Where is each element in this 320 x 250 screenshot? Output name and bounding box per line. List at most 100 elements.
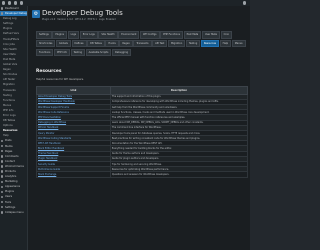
tab[interactable]: User Meta [201,31,221,39]
new-content-icon[interactable] [20,1,24,5]
sidebar-item-label: Shortcodes [3,73,18,77]
menu-icon [1,200,4,204]
menu-icon [1,150,4,153]
tab[interactable]: DB Tables [87,39,105,48]
sidebar-item-label: Settings [3,22,14,26]
sidebar-item-label: Defined Vars [3,32,19,36]
menu-icon [1,170,4,173]
tab[interactable]: WP Configs [140,31,160,39]
meta-item: PHP 8.1 [87,18,97,21]
sidebar-item-label: Developer Debug Tools [5,12,27,16]
tab[interactable]: Functions [36,48,54,57]
tab[interactable]: API Test [152,39,168,48]
meta-item: Version 1.4.2 [57,18,73,21]
sidebar-item-label: DB Tables [3,119,16,123]
tab[interactable]: Post Meta [183,31,202,39]
section-heading: Resources [36,69,62,74]
tab[interactable]: Environment [118,31,140,39]
sidebar-item-label: Collapse menu [5,210,24,214]
sidebar-item[interactable]: Collapse menu [0,210,27,215]
sidebar-item-label: Appearance [5,185,21,189]
tab[interactable]: Logs [67,31,80,39]
sidebar-item-label: Products [5,170,16,173]
sidebar-item-label: Media [5,144,13,148]
tab-bar: Settings Plugins Logs Error Logs Site Health… [36,31,248,57]
tab[interactable]: PHP Info [54,48,70,57]
tab[interactable]: Transients [133,39,152,48]
sidebar-item-label: Users [5,195,13,199]
sidebar-item-label: Options [3,124,13,128]
tab[interactable]: Shortcodes [36,39,56,48]
meta-item: WP 6.4.2 [74,18,86,21]
home-icon[interactable] [8,1,12,5]
tools-icon: ⚙ [32,10,40,18]
main-content: ⚙ Developer Debug Tools Plugin v1.0 Versi… [28,6,250,250]
tab[interactable]: Globals [56,39,71,48]
tab[interactable]: Menus [231,39,246,48]
tab[interactable]: Hooks [105,39,119,48]
tab[interactable]: Resources [200,39,220,48]
intro-text: Helpful resources for WP developers. [36,78,84,81]
sidebar-item-label: Resources [3,129,18,133]
tab[interactable]: Defines [71,39,87,48]
tab[interactable]: PHP Functions [160,31,183,39]
admin-sidebar: DashboardDeveloper Debug ToolsDebug LogS… [0,6,28,250]
meta-item: Logs: Enabled [98,18,116,21]
menu-icon [1,7,4,10]
resources-table: Link Description About Developer Debug T… [36,86,249,178]
table-row: Stack Exchange Questions and answers for … [36,171,249,178]
sidebar-item-label: User Meta [3,52,16,56]
sidebar-item-label: Marketing [5,180,18,184]
page-header: ⚙ Developer Debug Tools Plugin v1.0 Versi… [32,9,247,23]
sidebar-item-label: Hooks/Filters [3,37,20,41]
column-header-link: Link [36,86,111,95]
menu-icon [1,175,4,178]
menu-icon [1,206,4,209]
sidebar-item-label: Testing [3,93,12,97]
resource-link[interactable]: Stack Exchange [36,171,111,178]
sidebar-item-label: Site Health [3,47,17,51]
menu-icon [1,139,4,143]
tab[interactable]: Testing [185,39,201,48]
wordpress-logo-icon[interactable] [2,1,6,5]
tab[interactable]: Migration [167,39,186,48]
sidebar-item-label: Global Vars [3,63,18,67]
menu-icon [1,185,4,189]
menu-icon [1,144,4,148]
sidebar-item-label: Error Logs [3,113,16,117]
tab[interactable]: Site Health [98,31,118,39]
menu-icon [1,165,4,168]
sidebar-item-label: Help [3,134,9,138]
page-title: Developer Debug Tools [42,9,123,17]
comments-icon[interactable] [14,1,18,5]
meta-item: Plugin v1.0 [42,18,56,21]
menu-icon [1,180,4,183]
user-avatar-icon[interactable] [243,1,247,5]
menu-icon [1,190,4,194]
menu-icon [1,155,4,158]
tab[interactable]: Testing [70,48,85,57]
resource-description: Questions and answers for WordPress deve… [109,171,249,178]
tab[interactable]: Available Scripts [85,48,112,57]
menu-icon [1,160,4,163]
sidebar-item-label: Migration [3,83,15,87]
sidebar-item-label: Comments [5,154,19,158]
menu-icon [1,195,4,199]
sidebar-item-label: PHP Info [3,108,14,112]
tab[interactable]: Regex [119,39,133,48]
tab[interactable]: Plugins [52,31,67,39]
plugin-meta: Plugin v1.0 Version 1.4.2 WP 6.4.2 PHP 8.1 L… [42,18,118,21]
tab[interactable]: Settings [36,31,52,39]
tab[interactable]: Help [219,39,232,48]
menu-icon [1,211,4,214]
sidebar-item-label: Cron Jobs [3,42,15,46]
column-header-description: Description [109,86,249,95]
sidebar-item-label: Post Meta [3,57,16,61]
tab[interactable]: Error Logs [79,31,98,39]
tab[interactable]: Cron [220,31,233,39]
sidebar-item-label: Contact [5,159,15,163]
sidebar-item-label: Plugins [3,27,12,31]
sidebar-item-label: Debug Log [3,17,17,21]
sidebar-item-label: Functions [3,98,15,102]
tab[interactable]: Debugging [111,48,132,57]
